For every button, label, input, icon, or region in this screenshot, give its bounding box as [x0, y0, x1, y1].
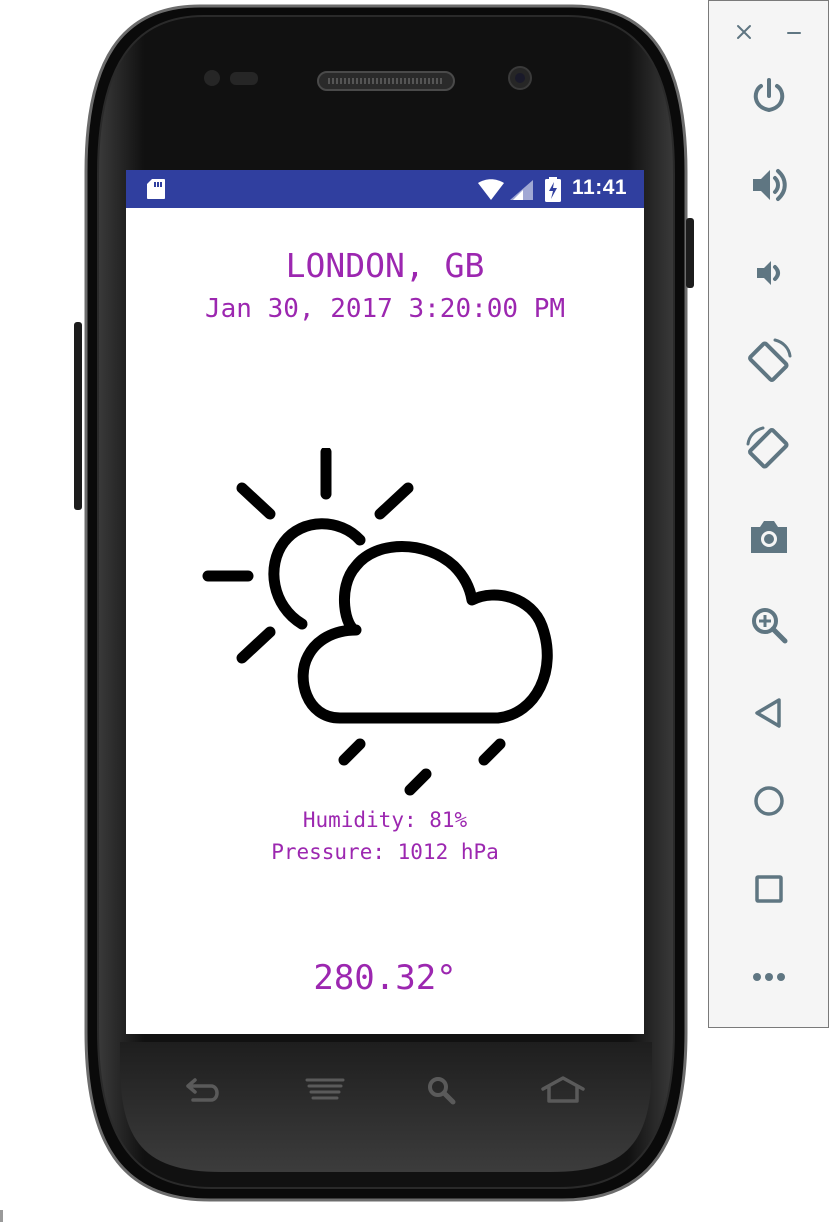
- nav-overview-button[interactable]: [739, 859, 799, 919]
- volume-rocker: [74, 322, 82, 510]
- weather-content: LONDON, GB Jan 30, 2017 3:20:00 PM Humid: [126, 208, 644, 1034]
- minimize-icon: [787, 32, 801, 34]
- more-button[interactable]: [739, 947, 799, 1007]
- battery-charging-icon: [545, 177, 561, 202]
- wifi-icon: [478, 179, 504, 200]
- volume-down-button[interactable]: [739, 243, 799, 303]
- rotate-right-icon: [746, 426, 789, 469]
- minimize-button[interactable]: [779, 19, 809, 45]
- search-key[interactable]: [418, 1072, 468, 1108]
- device-screen: 11:41 LONDON, GB Jan 30, 2017 3:20:00 PM: [126, 170, 644, 1034]
- emulator-toolbar: [708, 0, 829, 1028]
- close-icon: [737, 25, 751, 39]
- close-button[interactable]: [729, 19, 759, 45]
- rotate-left-icon: [748, 338, 792, 382]
- camera-icon: [751, 521, 787, 553]
- zoom-icon: [752, 608, 788, 644]
- back-icon: [755, 698, 781, 728]
- search-key-icon: [428, 1077, 456, 1105]
- nav-back-button[interactable]: [739, 683, 799, 743]
- city-label: LONDON, GB: [285, 246, 485, 285]
- back-key-icon: [186, 1078, 219, 1102]
- volume-up-icon: [753, 169, 787, 201]
- window-resize-mark: [0, 1210, 3, 1222]
- volume-down-icon: [757, 261, 780, 285]
- temperature-label: 280.32°: [313, 958, 457, 998]
- screenshot-button[interactable]: [739, 507, 799, 567]
- back-key[interactable]: [178, 1072, 228, 1108]
- menu-key-icon: [305, 1078, 345, 1100]
- zoom-button[interactable]: [739, 595, 799, 655]
- pressure-label: Pressure: 1012 hPa: [271, 840, 499, 864]
- status-bar: 11:41: [126, 170, 644, 208]
- datetime-label: Jan 30, 2017 3:20:00 PM: [204, 294, 566, 324]
- volume-up-button[interactable]: [739, 155, 799, 215]
- rotate-right-button[interactable]: [739, 419, 799, 479]
- more-icon: [753, 973, 785, 981]
- rotate-left-button[interactable]: [739, 331, 799, 391]
- nav-home-button[interactable]: [739, 771, 799, 831]
- signal-icon: [510, 180, 533, 200]
- power-side-button: [686, 218, 694, 288]
- overview-icon: [755, 875, 783, 903]
- status-time: 11:41: [572, 176, 628, 199]
- power-button[interactable]: [739, 67, 799, 127]
- power-icon: [753, 78, 785, 113]
- humidity-label: Humidity: 81%: [302, 808, 468, 832]
- partly-cloudy-rain-icon: [202, 448, 553, 796]
- sd-card-icon: [147, 179, 165, 199]
- home-key-icon: [541, 1076, 585, 1103]
- menu-key[interactable]: [300, 1072, 350, 1108]
- home-key[interactable]: [538, 1072, 588, 1108]
- home-icon: [754, 786, 784, 816]
